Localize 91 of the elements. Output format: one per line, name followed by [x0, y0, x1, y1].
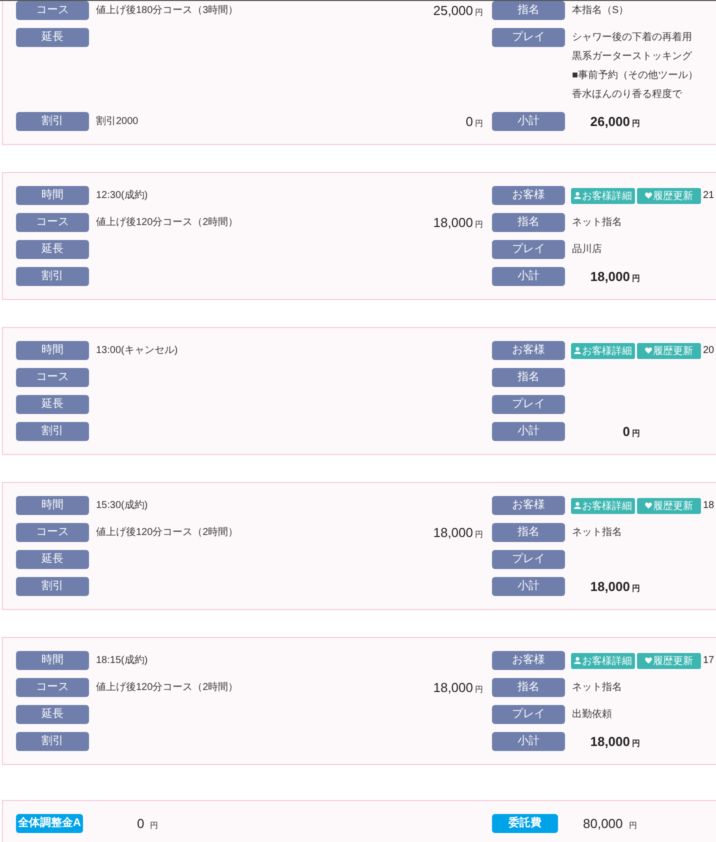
field-label: 延長 [16, 550, 89, 569]
field-value: 出勤依頼 [572, 708, 612, 722]
field-value: 12:30(成約) [96, 188, 148, 203]
field-label: プレイ [492, 395, 565, 414]
history-update-button[interactable]: 履歴更新 [637, 652, 701, 668]
field-label: 延長 [16, 240, 89, 259]
customer-details-button[interactable]: お客様詳細 [571, 498, 635, 514]
heart-icon [645, 192, 652, 199]
field-value: 黒系ガーターストッキング [572, 50, 693, 64]
field-label: 時間 [16, 186, 89, 205]
field-label: 割引 [16, 112, 89, 131]
field-label: コース [16, 678, 89, 697]
customer-value: 18 [703, 499, 714, 513]
customer-value: 21 [703, 189, 714, 203]
field-value: 値上げ後120分コース（2時間） [96, 526, 238, 540]
field-label: 割引 [16, 267, 89, 286]
field-value: 値上げ後120分コース（2時間） [96, 216, 238, 230]
field-label: コース [16, 368, 89, 387]
field-value: ネット指名 [572, 526, 622, 540]
field-value: ■事前予約（その他ツール） [572, 68, 698, 83]
field-label: お客様 [492, 496, 565, 515]
price-amount: 25,000 円 [433, 2, 483, 20]
customer-details-button[interactable]: お客様詳細 [571, 188, 635, 204]
field-label: 時間 [16, 496, 89, 515]
field-value: 割引2000 [96, 114, 138, 129]
field-label: コース [16, 213, 89, 232]
price-amount: 18,000 円 [433, 679, 483, 697]
field-label: 延長 [16, 705, 89, 724]
field-label: 時間 [16, 341, 89, 360]
field-label: 割引 [16, 577, 89, 596]
person-icon [574, 192, 581, 199]
heart-icon [645, 657, 652, 664]
subtotal-amount: 26,000 円 [589, 113, 640, 131]
field-label: 延長 [16, 395, 89, 414]
field-label: プレイ [492, 550, 565, 569]
field-value: シャワー後の下着の再着用 [572, 30, 693, 45]
field-label: 小計 [492, 422, 565, 441]
field-value: 13:00(キャンセル) [96, 344, 178, 358]
subtotal-amount: 18,000 円 [589, 733, 640, 751]
field-label: プレイ [492, 705, 565, 724]
customer-details-button[interactable]: お客様詳細 [571, 342, 635, 358]
history-update-button[interactable]: 履歴更新 [637, 342, 701, 358]
field-value: 品川店 [572, 242, 602, 257]
field-value: 18:15(成約) [96, 654, 148, 668]
field-value: 本指名（S） [572, 4, 629, 18]
field-label: 指名 [492, 523, 565, 542]
field-label: 時間 [16, 651, 89, 670]
field-label: 指名 [492, 1, 565, 20]
subtotal-amount: 18,000 円 [589, 268, 640, 286]
field-label: コース [16, 523, 89, 542]
summary-amount: 80,000 円 [583, 815, 637, 833]
heart-icon [645, 347, 652, 354]
field-value: 値上げ後180分コース（3時間） [96, 4, 238, 18]
field-label: 延長 [16, 28, 89, 47]
field-label: 小計 [492, 267, 565, 286]
field-label: お客様 [492, 341, 565, 360]
history-update-button[interactable]: 履歴更新 [637, 188, 701, 204]
field-label: 割引 [16, 422, 89, 441]
field-label: 指名 [492, 213, 565, 232]
field-value: ネット指名 [572, 216, 622, 230]
field-label: 小計 [492, 577, 565, 596]
summary-label: 全体調整金A [16, 814, 83, 833]
person-icon [574, 657, 581, 664]
field-label: 指名 [492, 678, 565, 697]
subtotal-amount: 0 円 [622, 423, 640, 441]
price-amount: 0 円 [466, 113, 483, 131]
field-value: 15:30(成約) [96, 498, 148, 513]
field-label: コース [16, 1, 89, 20]
customer-details-button[interactable]: お客様詳細 [571, 652, 635, 668]
person-icon [574, 347, 581, 354]
customer-value: 17 [703, 654, 714, 668]
field-label: 小計 [492, 112, 565, 131]
history-update-button[interactable]: 履歴更新 [637, 498, 701, 514]
field-value: 値上げ後120分コース（2時間） [96, 680, 238, 695]
price-amount: 18,000 円 [433, 524, 483, 542]
field-label: プレイ [492, 240, 565, 259]
field-label: プレイ [492, 28, 565, 47]
field-label: お客様 [492, 186, 565, 205]
subtotal-amount: 18,000 円 [589, 578, 640, 596]
field-label: お客様 [492, 651, 565, 670]
field-value: 香水ほんのり香る程度で [572, 88, 683, 102]
field-label: 指名 [492, 368, 565, 387]
heart-icon [645, 502, 652, 509]
summary-label: 委託費 [492, 814, 558, 833]
field-value: ネット指名 [572, 680, 622, 695]
summary-amount: 0 円 [137, 815, 158, 833]
price-amount: 18,000 円 [433, 214, 483, 232]
field-label: 小計 [492, 732, 565, 751]
field-label: 割引 [16, 732, 89, 751]
customer-value: 20 [703, 344, 714, 358]
person-icon [574, 502, 581, 509]
